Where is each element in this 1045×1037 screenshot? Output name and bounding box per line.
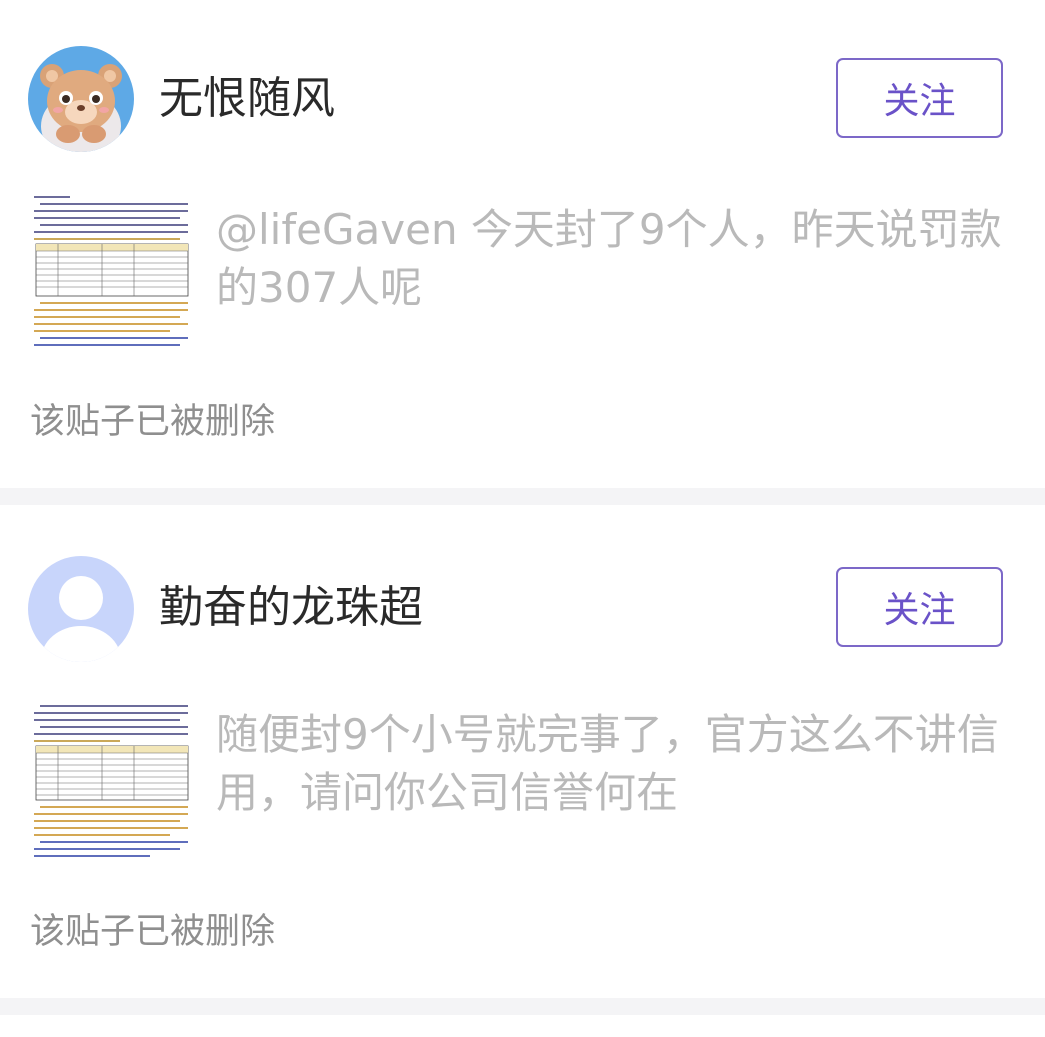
deleted-notice: 该贴子已被删除 xyxy=(30,912,276,952)
next-post-top xyxy=(0,1015,1045,1037)
follow-button[interactable]: 关注 xyxy=(836,567,1003,647)
follow-button[interactable]: 关注 xyxy=(836,58,1003,138)
deleted-notice: 该贴子已被删除 xyxy=(30,402,276,442)
post-content[interactable]: @lifeGaven 今天封了9个人，昨天说罚款的307人呢 xyxy=(216,201,1006,317)
divider xyxy=(0,998,1045,1015)
username[interactable]: 无恨随风 xyxy=(159,77,335,121)
feed: 无恨随风 关注 @lifeGaven 今天封了9个人，昨天说罚款的307人呢 该… xyxy=(0,0,1045,1037)
post-content[interactable]: 随便封9个小号就完事了，官方这么不讲信用，请问你公司信誉何在 xyxy=(216,706,1006,822)
post-card[interactable]: 勤奋的龙珠超 关注 随便封9个小号就完事了，官方这么不讲信用，请问你公司信誉何在… xyxy=(0,505,1045,998)
bear-avatar[interactable] xyxy=(28,46,134,152)
default-user-avatar[interactable] xyxy=(28,556,134,662)
document-thumbnail[interactable] xyxy=(30,701,192,865)
post-card[interactable]: 无恨随风 关注 @lifeGaven 今天封了9个人，昨天说罚款的307人呢 该… xyxy=(0,0,1045,488)
divider xyxy=(0,488,1045,505)
document-thumbnail[interactable] xyxy=(30,192,192,356)
username[interactable]: 勤奋的龙珠超 xyxy=(159,586,423,630)
